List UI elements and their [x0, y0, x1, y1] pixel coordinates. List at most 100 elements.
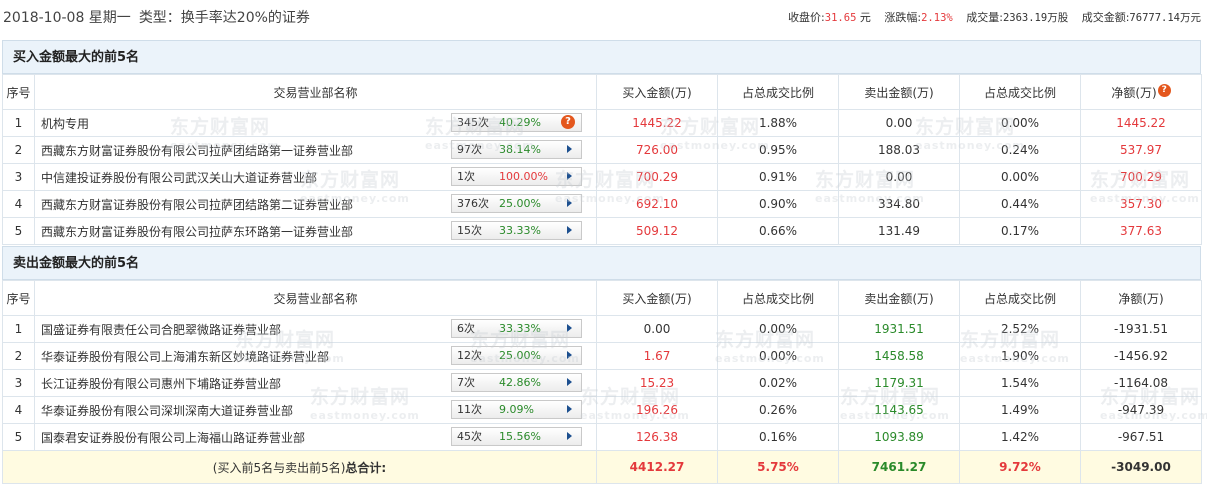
col-net: 净额(万): [1080, 280, 1202, 316]
row-branch: 西藏东方财富证券股份有限公司拉萨团结路第二证券营业部 376次 25.00%: [34, 190, 597, 218]
turnover-amount-value: 76777.14万元: [1129, 12, 1201, 24]
row-sell-pct: 0.17%: [959, 217, 1081, 245]
branch-name-link[interactable]: 长江证券股份有限公司惠州下埔路证券营业部: [41, 377, 281, 391]
col-buy-pct: 占总成交比例: [717, 280, 839, 316]
table-row: 2 华泰证券股份有限公司上海浦东新区妙境路证券营业部 12次 25.00% 1.67 0.…: [2, 342, 1202, 370]
total-net: -3049.00: [1080, 450, 1202, 484]
branch-count: 12次: [457, 349, 482, 362]
volume-value: 2363.19万股: [1002, 12, 1069, 24]
branch-stats-button[interactable]: 15次 33.33%: [451, 221, 582, 240]
row-net: -967.51: [1080, 423, 1202, 451]
question-icon[interactable]: ?: [1157, 83, 1171, 97]
row-branch: 国泰君安证券股份有限公司上海福山路证券营业部 45次 15.56%: [34, 423, 597, 451]
row-sell-pct: 1.90%: [959, 342, 1081, 370]
turnover-amount: 成交金额:76777.14万元: [1081, 11, 1201, 24]
row-buy-pct: 0.91%: [717, 163, 839, 191]
date-type: 2018-10-08 星期一 类型：换手率达20%的证券: [3, 7, 310, 27]
col-sell: 卖出金额(万): [838, 280, 960, 316]
row-buy: 1445.22: [596, 109, 718, 137]
branch-stats-button[interactable]: 45次 15.56%: [451, 427, 582, 446]
row-seq: 5: [2, 217, 35, 245]
branch-name-link[interactable]: 西藏东方财富证券股份有限公司拉萨团结路第二证券营业部: [41, 198, 353, 212]
row-buy-pct: 0.02%: [717, 369, 839, 397]
row-sell: 1931.51: [838, 315, 960, 343]
row-sell-pct: 0.24%: [959, 136, 1081, 164]
branch-count: 345次: [457, 116, 489, 129]
row-sell-pct: 1.42%: [959, 423, 1081, 451]
col-name: 交易营业部名称: [34, 280, 597, 316]
row-branch: 西藏东方财富证券股份有限公司拉萨东环路第一证券营业部 15次 33.33%: [34, 217, 597, 245]
col-sell-pct: 占总成交比例: [959, 280, 1081, 316]
col-seq: 序号: [2, 280, 35, 316]
row-buy-pct: 1.88%: [717, 109, 839, 137]
branch-count: 7次: [457, 376, 475, 389]
branch-stats-button[interactable]: 376次 25.00%: [451, 194, 582, 213]
table-row: 1 机构专用 345次 40.29%? 1445.22 1.88% 0.00 0.00% 144…: [2, 109, 1202, 137]
table-row: 2 西藏东方财富证券股份有限公司拉萨团结路第一证券营业部 97次 38.14% 726.…: [2, 136, 1202, 164]
branch-name-link[interactable]: 华泰证券股份有限公司上海浦东新区妙境路证券营业部: [41, 350, 329, 364]
arrow-right-icon: [567, 432, 572, 440]
row-buy: 126.38: [596, 423, 718, 451]
table-row: 3 长江证券股份有限公司惠州下埔路证券营业部 7次 42.86% 15.23 0.02% 1…: [2, 369, 1202, 397]
row-buy: 0.00: [596, 315, 718, 343]
row-branch: 机构专用 345次 40.29%?: [34, 109, 597, 137]
branch-rate: 9.09%: [499, 403, 534, 416]
row-branch: 华泰证券股份有限公司深圳深南大道证券营业部 11次 9.09%: [34, 396, 597, 424]
change-pct-value: 2.13%: [921, 12, 953, 24]
arrow-right-icon: [567, 405, 572, 413]
branch-name-link[interactable]: 中信建投证券股份有限公司武汉关山大道证券营业部: [41, 171, 317, 185]
row-seq: 4: [2, 396, 35, 424]
row-seq: 2: [2, 136, 35, 164]
col-net: 净额(万)?: [1080, 74, 1202, 110]
branch-count: 11次: [457, 403, 482, 416]
row-branch: 西藏东方财富证券股份有限公司拉萨团结路第一证券营业部 97次 38.14%: [34, 136, 597, 164]
table-row: 5 西藏东方财富证券股份有限公司拉萨东环路第一证券营业部 15次 33.33% 509.…: [2, 217, 1202, 245]
total-sell: 7461.27: [838, 450, 960, 484]
col-sell-pct: 占总成交比例: [959, 74, 1081, 110]
row-buy: 1.67: [596, 342, 718, 370]
branch-stats-button[interactable]: 345次 40.29%?: [451, 113, 582, 132]
row-branch: 长江证券股份有限公司惠州下埔路证券营业部 7次 42.86%: [34, 369, 597, 397]
branch-stats-button[interactable]: 11次 9.09%: [451, 400, 582, 419]
branch-name-link[interactable]: 西藏东方财富证券股份有限公司拉萨团结路第一证券营业部: [41, 144, 353, 158]
branch-stats-button[interactable]: 7次 42.86%: [451, 373, 582, 392]
row-branch: 中信建投证券股份有限公司武汉关山大道证券营业部 1次 100.00%: [34, 163, 597, 191]
row-branch: 国盛证券有限责任公司合肥翠微路证券营业部 6次 33.33%: [34, 315, 597, 343]
total-buy: 4412.27: [596, 450, 718, 484]
row-net: -1456.92: [1080, 342, 1202, 370]
row-seq: 2: [2, 342, 35, 370]
row-sell-pct: 0.00%: [959, 163, 1081, 191]
branch-name-link[interactable]: 西藏东方财富证券股份有限公司拉萨东环路第一证券营业部: [41, 225, 353, 239]
branch-name-link[interactable]: 华泰证券股份有限公司深圳深南大道证券营业部: [41, 404, 293, 418]
branch-stats-button[interactable]: 97次 38.14%: [451, 140, 582, 159]
sell-table-header: 序号 交易营业部名称 买入金额(万) 占总成交比例 卖出金额(万) 占总成交比例…: [2, 280, 1202, 316]
branch-stats-button[interactable]: 1次 100.00%: [451, 167, 582, 186]
total-row: (买入前5名与卖出前5名)总合计: 4412.27 5.75% 7461.27 …: [2, 450, 1202, 484]
table-row: 4 西藏东方财富证券股份有限公司拉萨团结路第二证券营业部 376次 25.00% 692…: [2, 190, 1202, 218]
branch-stats-button[interactable]: 6次 33.33%: [451, 319, 582, 338]
branch-name-link[interactable]: 国泰君安证券股份有限公司上海福山路证券营业部: [41, 431, 305, 445]
branch-rate: 15.56%: [499, 430, 541, 443]
row-branch: 华泰证券股份有限公司上海浦东新区妙境路证券营业部 12次 25.00%: [34, 342, 597, 370]
branch-name-link[interactable]: 国盛证券有限责任公司合肥翠微路证券营业部: [41, 323, 281, 337]
branch-rate: 33.33%: [499, 224, 541, 237]
row-seq: 5: [2, 423, 35, 451]
row-sell: 1143.65: [838, 396, 960, 424]
branch-count: 45次: [457, 430, 482, 443]
list-type: 类型：换手率达20%的证券: [138, 10, 310, 26]
col-buy: 买入金额(万): [596, 74, 718, 110]
total-sell-pct: 9.72%: [959, 450, 1081, 484]
branch-stats-button[interactable]: 12次 25.00%: [451, 346, 582, 365]
branch-count: 15次: [457, 224, 482, 237]
close-price: 收盘价:31.65 元: [788, 11, 871, 24]
question-icon[interactable]: ?: [561, 115, 575, 129]
branch-name-link[interactable]: 机构专用: [41, 117, 89, 131]
row-sell-pct: 0.00%: [959, 109, 1081, 137]
row-buy: 15.23: [596, 369, 718, 397]
row-sell: 1458.58: [838, 342, 960, 370]
branch-rate: 25.00%: [499, 349, 541, 362]
row-net: 357.30: [1080, 190, 1202, 218]
row-net: -947.39: [1080, 396, 1202, 424]
branch-count: 1次: [457, 170, 475, 183]
arrow-right-icon: [567, 172, 572, 180]
